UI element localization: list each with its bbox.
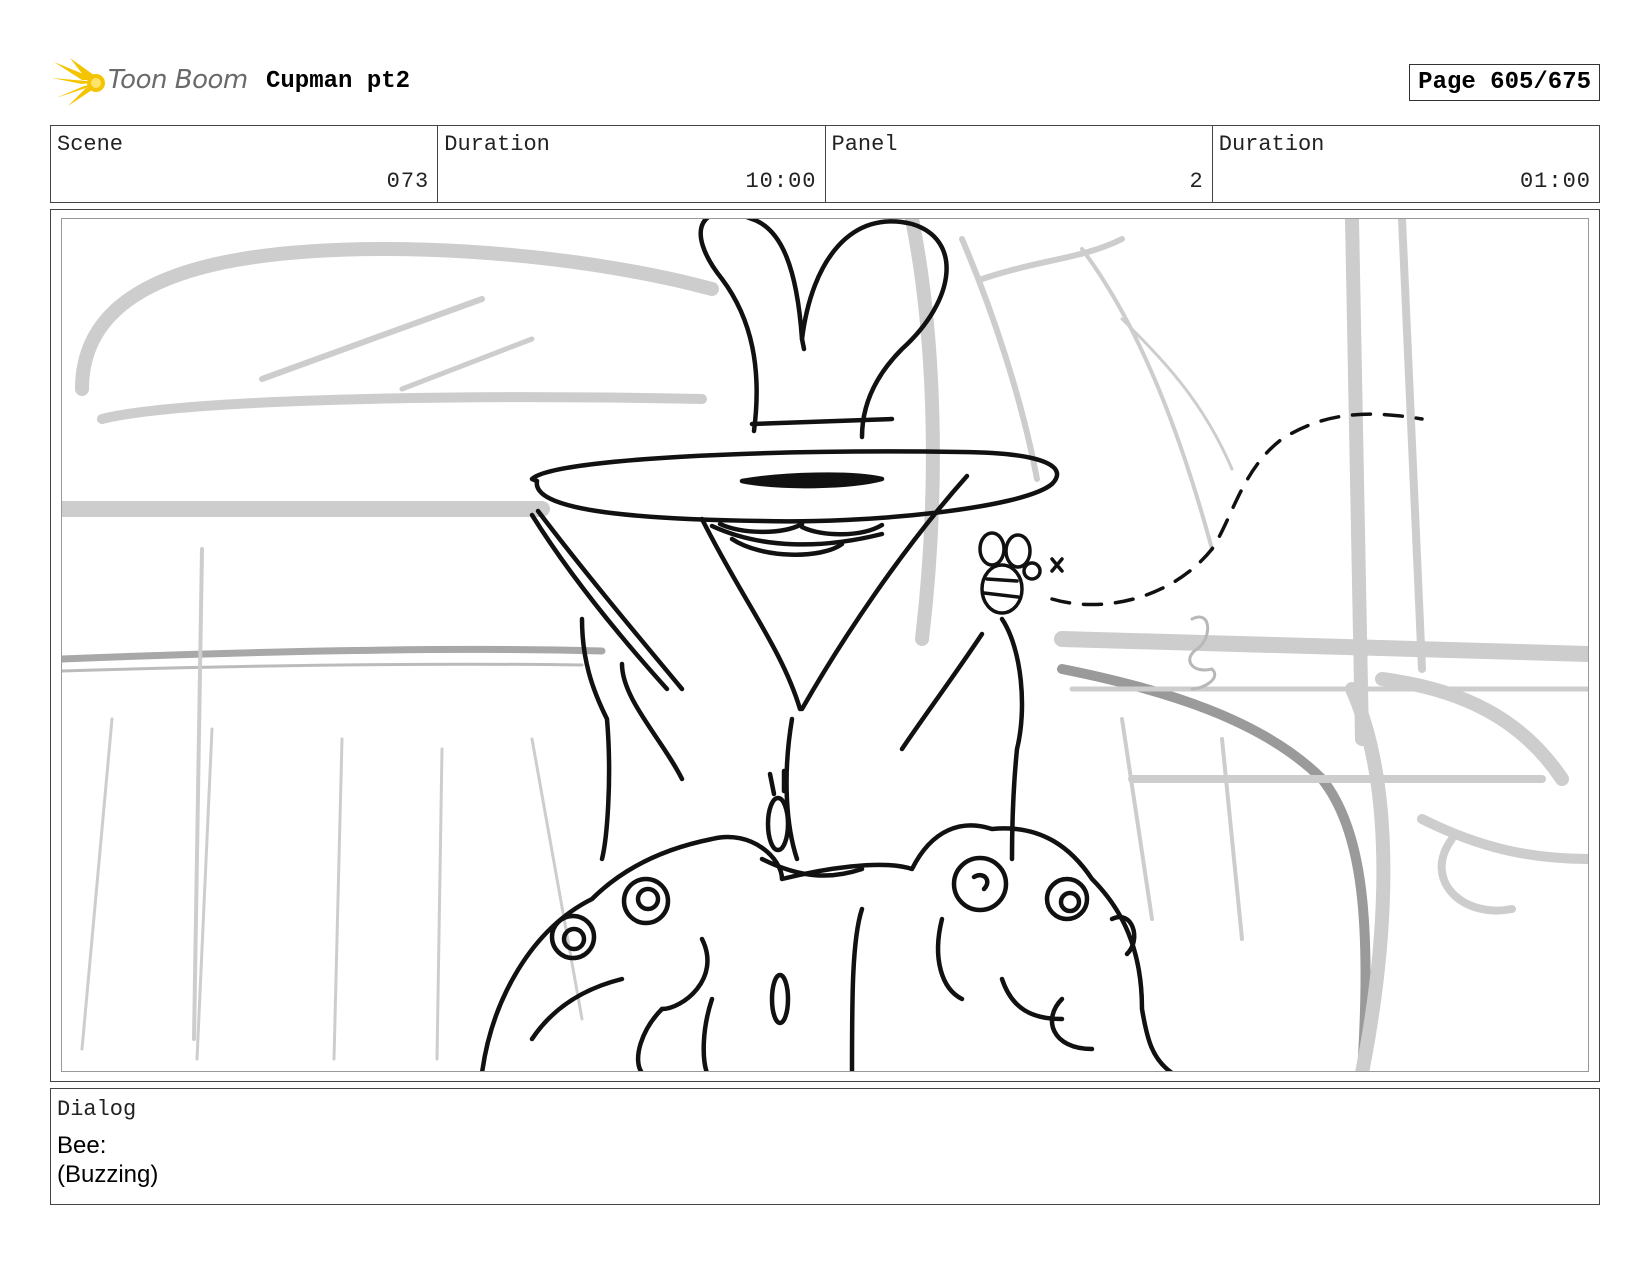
dialog-label: Dialog xyxy=(57,1097,137,1122)
background-sketch xyxy=(62,219,1588,1071)
panel-value: 2 xyxy=(1189,169,1204,194)
scene-info-row: Scene 073 Duration 10:00 Panel 2 Duratio… xyxy=(50,125,1600,203)
storyboard-sketch xyxy=(62,219,1588,1071)
scene-duration-value: 10:00 xyxy=(745,169,817,194)
toon-boom-logo: Toon Boom xyxy=(52,58,252,106)
dialog-box: Dialog Bee: (Buzzing) xyxy=(50,1088,1600,1205)
bee-sketch xyxy=(978,531,1064,615)
scene-duration-cell: Duration 10:00 xyxy=(438,126,826,202)
panel-cell: Panel 2 xyxy=(826,126,1213,202)
scene-label: Scene xyxy=(57,132,124,157)
dialog-text: Bee: (Buzzing) xyxy=(57,1131,158,1189)
bee-flight-path xyxy=(1050,412,1424,607)
scene-cell: Scene 073 xyxy=(51,126,439,202)
logo-wordmark: Toon Boom xyxy=(108,65,248,95)
scene-value: 073 xyxy=(386,169,430,194)
starburst-icon xyxy=(52,58,105,106)
panel-label: Panel xyxy=(831,132,898,157)
dialog-line: (Buzzing) xyxy=(57,1161,159,1188)
panel-drawing-area xyxy=(61,218,1589,1072)
dialog-speaker: Bee: xyxy=(57,1132,107,1159)
storyboard-panel xyxy=(50,209,1600,1082)
project-title: Cupman pt2 xyxy=(266,68,411,95)
page-indicator: Page 605/675 xyxy=(1409,64,1600,101)
panel-duration-label: Duration xyxy=(1218,132,1325,157)
panel-duration-value: 01:00 xyxy=(1519,169,1591,194)
scene-duration-label: Duration xyxy=(444,132,550,157)
panel-duration-cell: Duration 01:00 xyxy=(1213,126,1599,202)
bee-loop-trail xyxy=(1188,615,1216,691)
page-header: Toon Boom Cupman pt2 Page 605/675 xyxy=(52,58,1600,106)
